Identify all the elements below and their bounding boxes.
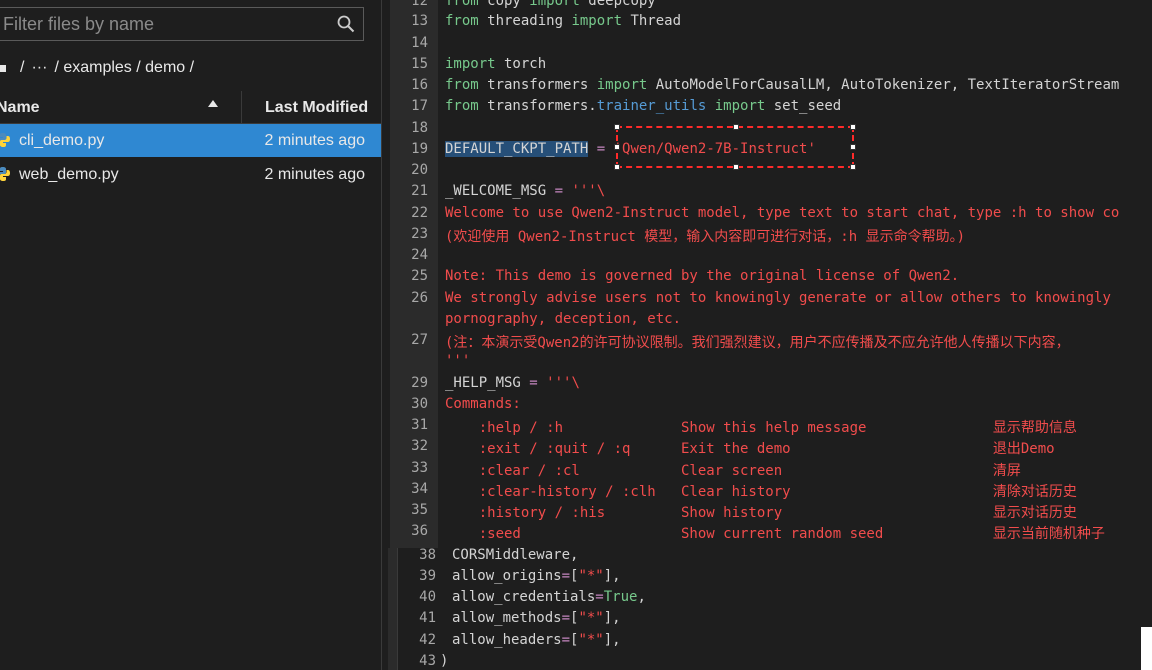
line-number: 27 — [411, 332, 428, 348]
selection-annotation-box[interactable] — [614, 124, 856, 170]
resize-handle[interactable] — [733, 164, 739, 170]
line-number: 30 — [411, 396, 428, 412]
line-number: 34 — [411, 481, 428, 497]
line-number: 38 — [419, 547, 436, 563]
line-number: 13 — [411, 13, 428, 29]
code-line[interactable]: ) — [440, 653, 448, 669]
code-line[interactable]: :clear-history / :clh Clear history 清除对话… — [445, 481, 1077, 501]
resize-handle[interactable] — [850, 164, 856, 170]
resize-handle[interactable] — [614, 124, 620, 130]
breadcrumb-separator: / — [20, 59, 25, 76]
line-number: 18 — [411, 120, 428, 136]
last-modified-column-header[interactable]: Last Modified — [265, 99, 368, 117]
line-number: 43 — [419, 653, 436, 669]
code-line[interactable]: allow_credentials=True, — [452, 589, 646, 605]
line-number: 42 — [419, 632, 436, 648]
code-line[interactable]: allow_headers=["*"], — [452, 632, 621, 648]
line-number: 39 — [419, 568, 436, 584]
breadcrumb-path[interactable]: / examples / demo / — [54, 59, 194, 77]
code-line-wrapped[interactable]: pornography, deception, etc. — [445, 311, 681, 327]
line-number: 31 — [411, 417, 428, 433]
search-icon[interactable] — [337, 15, 355, 33]
resize-handle[interactable] — [733, 124, 739, 130]
code-line[interactable]: :exit / :quit / :q Exit the demo 退出Demo — [445, 438, 1055, 458]
breadcrumb: / ··· / examples / demo / — [0, 58, 194, 78]
file-row-cli-demo[interactable]: cli_demo.py 2 minutes ago — [0, 124, 381, 157]
file-modified: 2 minutes ago — [264, 166, 365, 183]
line-number: 25 — [411, 268, 428, 284]
python-file-icon — [0, 133, 10, 147]
line-number: 21 — [411, 183, 428, 199]
folder-root-icon[interactable] — [0, 64, 6, 72]
code-line[interactable]: from threading import Thread — [445, 13, 681, 29]
column-divider[interactable] — [241, 91, 242, 123]
line-number: 32 — [411, 438, 428, 454]
code-line[interactable]: :clear / :cl Clear screen 清屏 — [445, 460, 1021, 480]
code-line[interactable]: We strongly advise users not to knowingl… — [445, 290, 1111, 306]
file-name: cli_demo.py — [19, 132, 105, 149]
line-number: 33 — [411, 460, 428, 476]
resize-handle[interactable] — [614, 164, 620, 170]
file-name: web_demo.py — [19, 166, 119, 183]
code-line[interactable]: (注：本演示受Qwen2的许可协议限制。我们强烈建议，用户不应传播及不应允许他人… — [445, 332, 1070, 352]
file-browser-panel: / ··· / examples / demo / Name Last Modi… — [0, 0, 382, 670]
resize-handle[interactable] — [850, 124, 856, 130]
code-line[interactable]: Welcome to use Qwen2-Instruct model, typ… — [445, 205, 1119, 221]
line-number: 17 — [411, 98, 428, 114]
secondary-code-editor[interactable]: 38 CORSMiddleware, 39 allow_origins=["*"… — [388, 547, 1152, 670]
line-number: 23 — [411, 226, 428, 242]
line-number: 22 — [411, 205, 428, 221]
name-column-header[interactable]: Name — [0, 99, 40, 117]
line-number: 29 — [411, 375, 428, 391]
line-number: 24 — [411, 247, 428, 263]
code-line-wrapped[interactable]: ''' — [445, 353, 470, 369]
code-line[interactable]: from copy import deepcopy — [445, 0, 656, 9]
line-number: 16 — [411, 77, 428, 93]
code-line[interactable]: :history / :his Show history 显示对话历史 — [445, 502, 1077, 522]
line-number: 20 — [411, 162, 428, 178]
filter-box[interactable] — [0, 7, 364, 41]
code-line[interactable]: import torch — [445, 56, 546, 72]
filter-input[interactable] — [3, 8, 323, 40]
line-number: 14 — [411, 35, 428, 51]
line-number: 40 — [419, 589, 436, 605]
sort-ascending-icon[interactable] — [208, 100, 218, 107]
line-number: 26 — [411, 290, 428, 306]
file-list-header: Name Last Modified — [0, 91, 381, 124]
code-line[interactable]: allow_origins=["*"], — [452, 568, 621, 584]
resize-handle[interactable] — [614, 144, 620, 150]
breadcrumb-ellipsis[interactable]: ··· — [31, 59, 47, 77]
overlay-corner — [1141, 627, 1152, 670]
code-line[interactable]: Commands: — [445, 396, 521, 412]
code-line[interactable]: allow_methods=["*"], — [452, 610, 621, 626]
code-line[interactable]: :help / :h Show this help message 显示帮助信息 — [445, 417, 1077, 437]
file-row-web-demo[interactable]: web_demo.py 2 minutes ago — [0, 158, 381, 191]
file-modified: 2 minutes ago — [264, 132, 365, 149]
code-line[interactable]: (欢迎使用 Qwen2-Instruct 模型，输入内容即可进行对话，:h 显示… — [445, 226, 965, 246]
code-line[interactable]: _WELCOME_MSG = '''\ — [445, 183, 605, 199]
python-file-icon — [0, 167, 10, 181]
pane-divider — [397, 548, 398, 670]
code-line[interactable]: from transformers.trainer_utils import s… — [445, 98, 841, 114]
code-line[interactable]: Note: This demo is governed by the origi… — [445, 268, 959, 284]
scrollbar-gutter[interactable] — [388, 548, 397, 670]
code-line[interactable]: CORSMiddleware, — [452, 547, 578, 563]
line-number: 19 — [411, 141, 428, 157]
code-line[interactable]: _HELP_MSG = '''\ — [445, 375, 580, 391]
line-number: 36 — [411, 523, 428, 539]
code-line[interactable]: :seed Show current random seed 显示当前随机种子 — [445, 523, 1105, 543]
line-number: 12 — [411, 0, 428, 9]
line-number: 15 — [411, 56, 428, 72]
line-number: 35 — [411, 502, 428, 518]
line-number: 41 — [419, 610, 436, 626]
resize-handle[interactable] — [850, 144, 856, 150]
code-editor[interactable]: 12 from copy import deepcopy 13 from thr… — [390, 0, 1152, 548]
code-line[interactable]: from transformers import AutoModelForCau… — [445, 77, 1119, 93]
